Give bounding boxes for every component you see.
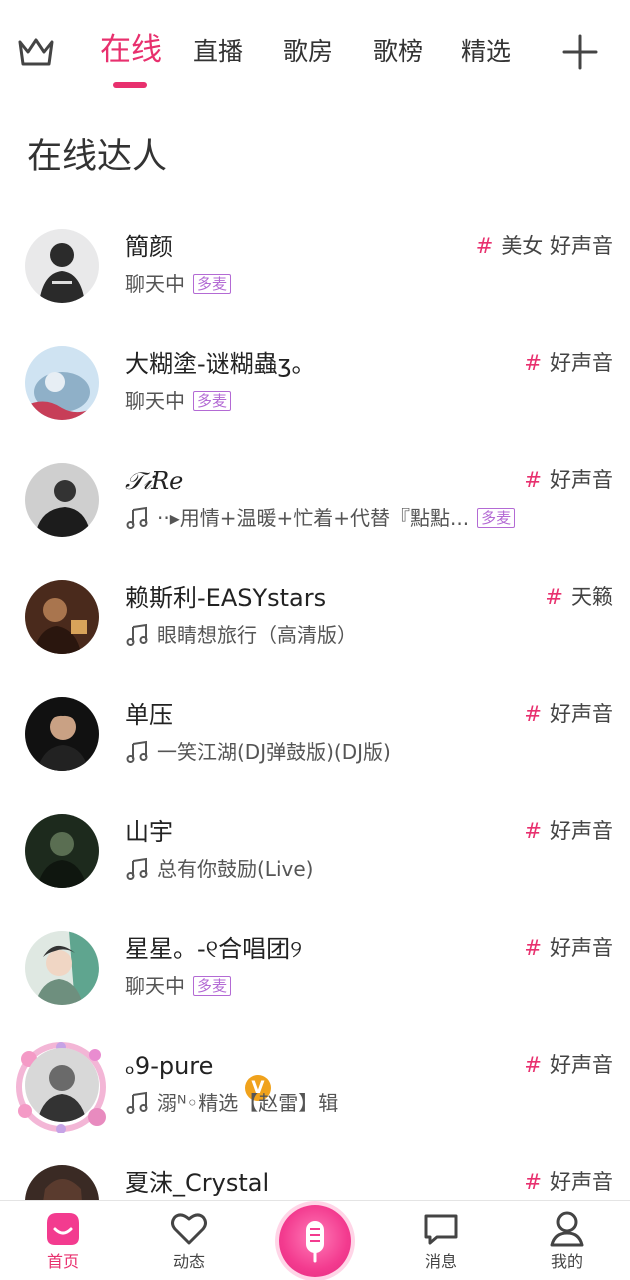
user-status: 一笑江湖(DJ弹鼓版)(DJ版) (125, 738, 391, 766)
user-tags: # 美女 好声音 (475, 234, 613, 258)
user-status: 聊天中 多麦 (125, 270, 232, 298)
user-status: ··▸用情+温暖+忙着+代替『點點... 多麦 (125, 504, 516, 532)
avatar[interactable] (25, 1165, 99, 1200)
user-name: 山宇 (125, 818, 173, 846)
music-note-icon (126, 740, 148, 763)
hash-icon: # (524, 1170, 542, 1194)
music-note-icon (126, 623, 148, 646)
hash-icon: # (524, 936, 542, 960)
user-tags: # 好声音 (524, 702, 613, 726)
avatar[interactable] (25, 580, 99, 654)
music-note-icon (126, 506, 148, 529)
plus-icon[interactable] (562, 34, 598, 70)
avatar[interactable] (25, 931, 99, 1005)
home-icon (47, 1213, 79, 1245)
multi-mic-badge: 多麦 (193, 391, 232, 411)
tab-featured[interactable]: 精选 (461, 34, 511, 70)
multi-mic-badge: 多麦 (193, 976, 232, 996)
nav-messages[interactable]: 消息 (401, 1209, 481, 1273)
user-name: 簡颜 (125, 233, 173, 261)
tab-online[interactable]: 在线 (100, 32, 162, 68)
list-item[interactable]: 𝒯𝒾𝑅𝑒 ··▸用情+温暖+忙着+代替『點點... 多麦 # 好声音 (0, 434, 630, 551)
list-item[interactable]: 簡颜 聊天中 多麦 # 美女 好声音 (0, 200, 630, 317)
user-icon (550, 1211, 584, 1247)
online-user-list: 簡颜 聊天中 多麦 # 美女 好声音 大糊塗-谜糊蟲ʒ。 聊天中 多麦 # 好声音 𝒯𝒾… (0, 200, 630, 1200)
nav-home[interactable]: 首页 (23, 1209, 103, 1273)
user-name: 𝒯𝒾𝑅𝑒 (125, 467, 184, 495)
avatar[interactable] (25, 229, 99, 303)
crown-icon[interactable] (16, 34, 56, 70)
user-name: 大糊塗-谜糊蟲ʒ。 (125, 350, 316, 378)
user-name: 夏沫_Crystal (125, 1169, 270, 1197)
nav-profile[interactable]: 我的 (527, 1209, 607, 1273)
user-tags: # 好声音 (524, 1170, 613, 1194)
nav-home-label: 首页 (46, 1252, 79, 1271)
nav-profile-label: 我的 (550, 1252, 583, 1271)
avatar[interactable] (25, 814, 99, 888)
user-status: 聊天中 多麦 (125, 387, 232, 415)
music-note-icon (126, 857, 148, 880)
user-tags: # 好声音 (524, 819, 613, 843)
microphone-icon (306, 1221, 324, 1263)
tab-live[interactable]: 直播 (193, 34, 243, 70)
list-item[interactable]: 星星。-୧合唱团୨ 聊天中 多麦 # 好声音 (0, 902, 630, 1019)
nav-messages-label: 消息 (424, 1252, 457, 1271)
user-name: 赖斯利-EASYstars (125, 584, 327, 612)
hash-icon: # (524, 702, 542, 726)
multi-mic-badge: 多麦 (193, 274, 232, 294)
user-status: 聊天中 多麦 (125, 972, 232, 1000)
nav-feed[interactable]: 动态 (149, 1209, 229, 1273)
list-item[interactable]: ₒ9-pure V 溺ᴺ◦精选【赵雷】辑 # 好声音 (0, 1019, 630, 1136)
heart-icon (171, 1213, 207, 1245)
music-note-icon (126, 1091, 148, 1114)
user-tags: # 天籁 (545, 585, 613, 609)
user-status: 溺ᴺ◦精选【赵雷】辑 (125, 1089, 338, 1117)
user-name: ₒ9-pure (125, 1052, 214, 1080)
user-status: 眼睛想旅行（高清版） (125, 621, 357, 649)
avatar[interactable] (25, 1048, 99, 1122)
section-title: 在线达人 (27, 137, 168, 177)
list-item[interactable]: 赖斯利-EASYstars 眼睛想旅行（高清版） # 天籁 (0, 551, 630, 668)
tab-chart[interactable]: 歌榜 (373, 34, 423, 70)
avatar[interactable] (25, 697, 99, 771)
hash-icon: # (545, 585, 563, 609)
user-tags: # 好声音 (524, 936, 613, 960)
avatar[interactable] (25, 463, 99, 537)
user-tags: # 好声音 (524, 351, 613, 375)
microphone-button[interactable] (279, 1205, 351, 1277)
list-item[interactable]: 单压 一笑江湖(DJ弹鼓版)(DJ版) # 好声音 (0, 668, 630, 785)
hash-icon: # (524, 468, 542, 492)
nav-feed-label: 动态 (172, 1252, 205, 1271)
user-tags: # 好声音 (524, 468, 613, 492)
user-name: 星星。-୧合唱团୨ (125, 935, 303, 963)
tab-song-room[interactable]: 歌房 (283, 34, 333, 70)
hash-icon: # (524, 1053, 542, 1077)
multi-mic-badge: 多麦 (477, 508, 516, 528)
user-status: 总有你鼓励(Live) (125, 855, 313, 883)
hash-icon: # (524, 819, 542, 843)
list-item[interactable]: 大糊塗-谜糊蟲ʒ。 聊天中 多麦 # 好声音 (0, 317, 630, 434)
hash-icon: # (524, 351, 542, 375)
user-name: 单压 (125, 701, 173, 729)
hash-icon: # (475, 234, 494, 258)
user-tags: # 好声音 (524, 1053, 613, 1077)
top-nav: 在线 直播 歌房 歌榜 精选 (0, 0, 630, 100)
avatar[interactable] (25, 346, 99, 420)
list-item[interactable]: 山宇 总有你鼓励(Live) # 好声音 (0, 785, 630, 902)
message-icon (424, 1214, 458, 1245)
list-item[interactable]: 夏沫_Crystal # 好声音 (0, 1136, 630, 1200)
tab-indicator (113, 82, 147, 88)
